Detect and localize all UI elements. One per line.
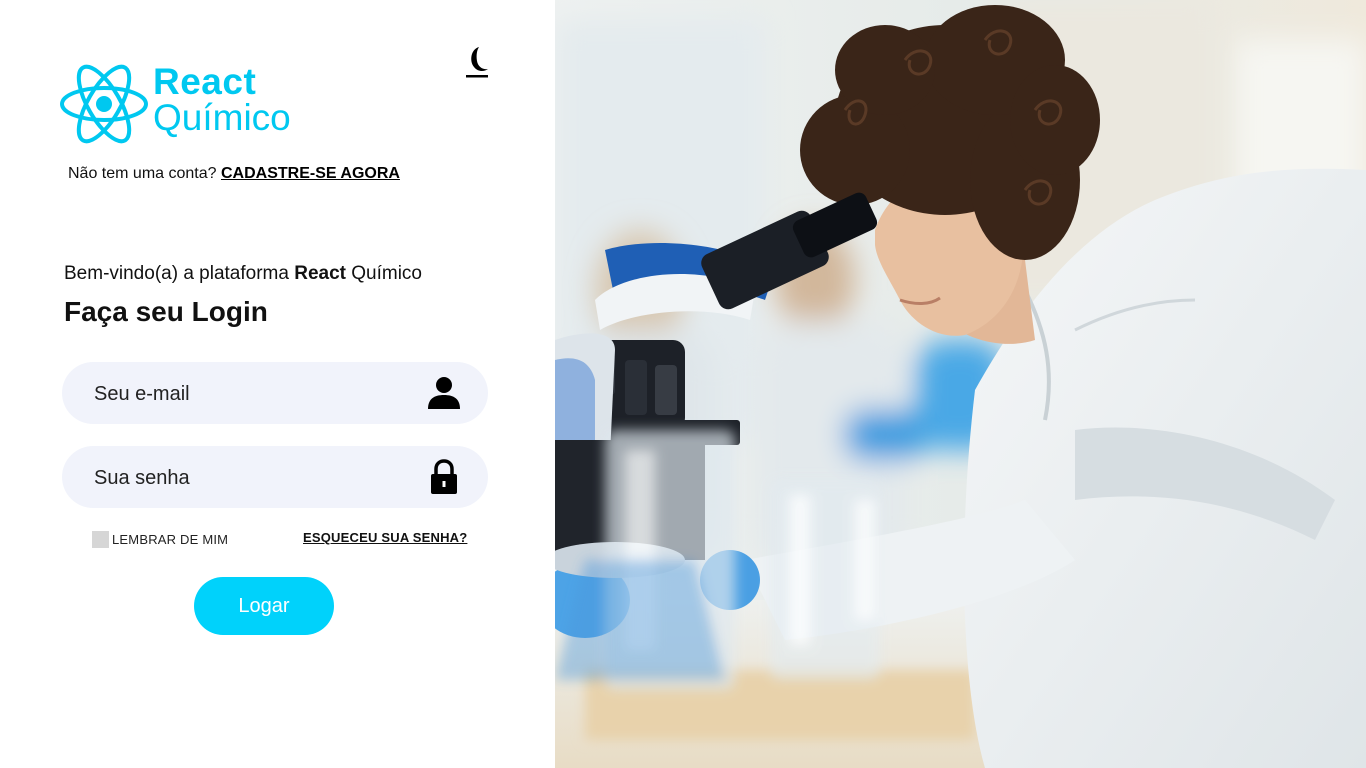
hero-illustration — [555, 0, 1366, 768]
password-field[interactable] — [92, 446, 416, 510]
brand-name-line2: Químico — [153, 97, 291, 138]
welcome-text: Bem-vindo(a) a plataforma React Químico — [64, 263, 422, 285]
remember-me-checkbox[interactable] — [92, 530, 109, 548]
moon-icon — [466, 47, 488, 78]
brand-name-line1: React — [153, 61, 257, 102]
login-panel: React Químico Não tem uma conta? CADASTR… — [0, 0, 555, 768]
forgot-password-link[interactable]: ESQUECEU SUA SENHA? — [303, 530, 467, 545]
remember-me: LEMBRAR DE MIM — [92, 530, 228, 548]
remember-me-label: LEMBRAR DE MIM — [112, 531, 229, 547]
email-field[interactable] — [92, 362, 416, 426]
password-field-container — [62, 446, 488, 510]
page-title: Faça seu Login — [64, 296, 268, 327]
welcome-prefix: Bem-vindo(a) a plataforma — [64, 263, 289, 284]
welcome-brand-rest: Químico — [351, 263, 422, 284]
welcome-brand-bold: React — [294, 263, 346, 284]
signup-prompt: Não tem uma conta? CADASTRE-SE AGORA — [68, 165, 400, 183]
lock-icon — [431, 459, 457, 494]
login-button[interactable]: Logar — [194, 577, 334, 635]
hero-image-scientist-microscope — [555, 0, 1366, 768]
react-atom-icon — [60, 64, 148, 144]
brand-logo: React Químico — [60, 60, 340, 146]
signup-prompt-text: Não tem uma conta? — [68, 165, 217, 182]
user-icon — [428, 377, 460, 409]
email-field-container — [62, 362, 488, 426]
signup-link[interactable]: CADASTRE-SE AGORA — [221, 165, 400, 182]
theme-toggle-button[interactable] — [462, 44, 494, 80]
